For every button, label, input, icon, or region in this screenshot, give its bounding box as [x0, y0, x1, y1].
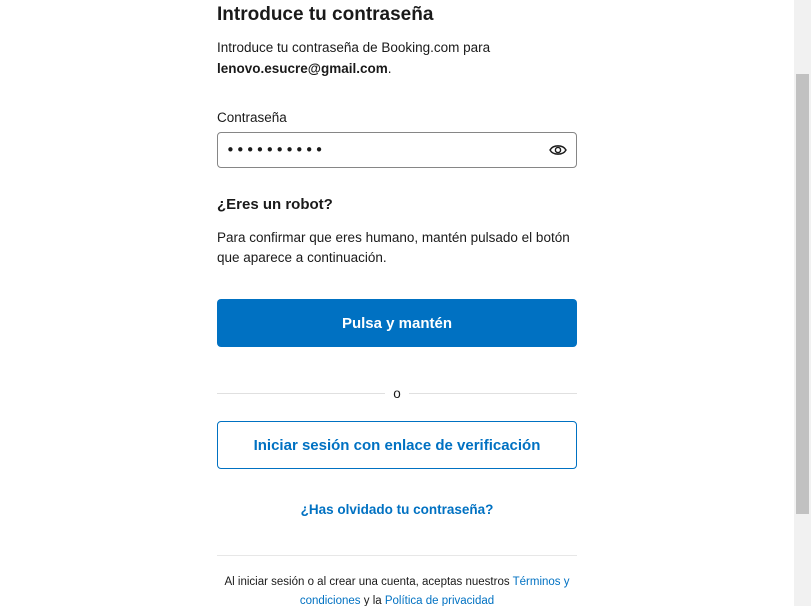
password-label: Contraseña	[217, 110, 287, 125]
legal-conjunction: y la	[363, 595, 382, 606]
page-viewport: Introduce tu contraseña Introduce tu con…	[0, 0, 811, 606]
password-input[interactable]	[226, 133, 536, 167]
forgot-password-link[interactable]: ¿Has olvidado tu contraseña?	[217, 502, 577, 517]
press-and-hold-button[interactable]: Pulsa y mantén	[217, 299, 577, 347]
divider-line-right	[409, 393, 577, 394]
divider-label: o	[393, 386, 401, 401]
verification-link-button[interactable]: Iniciar sesión con enlace de verificació…	[217, 421, 577, 469]
scrollbar-thumb[interactable]	[796, 74, 809, 514]
show-password-button[interactable]	[546, 139, 570, 161]
eye-icon	[549, 145, 567, 155]
account-email: lenovo.esucre@gmail.com	[217, 61, 388, 76]
password-field[interactable]	[217, 132, 577, 168]
footer-divider	[217, 555, 577, 556]
legal-notice: Al iniciar sesión o al crear una cuenta,…	[207, 573, 587, 606]
intro-text: Introduce tu contraseña de Booking.com p…	[217, 37, 577, 79]
or-divider: o	[217, 384, 577, 404]
robot-instructions: Para confirmar que eres humano, mantén p…	[217, 230, 570, 265]
legal-prefix: Al iniciar sesión o al crear una cuenta,…	[224, 576, 510, 588]
page-scrollbar[interactable]	[794, 0, 811, 606]
intro-suffix: .	[387, 61, 392, 76]
robot-heading: ¿Eres un robot?	[217, 196, 333, 213]
privacy-link[interactable]: Política de privacidad	[385, 595, 494, 606]
page-title: Introduce tu contraseña	[217, 4, 434, 25]
intro-prefix: Introduce tu contraseña de Booking.com p…	[217, 40, 491, 55]
